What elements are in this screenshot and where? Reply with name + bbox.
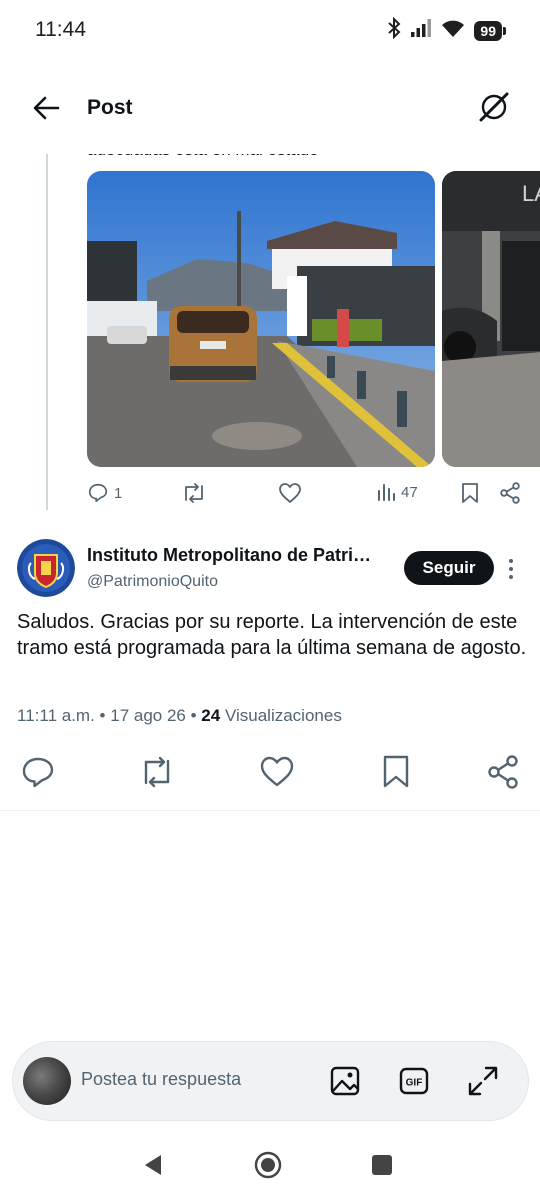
back-button[interactable] — [28, 90, 64, 126]
grok-button[interactable] — [476, 89, 512, 125]
signal-icon — [410, 18, 432, 43]
reply-count: 1 — [114, 484, 123, 502]
wifi-icon — [441, 18, 465, 43]
expand-composer-button[interactable] — [466, 1064, 500, 1098]
status-icons: 99 — [387, 16, 506, 44]
post-image-storefront[interactable]: LA — [442, 171, 540, 467]
bookmark-icon — [383, 755, 409, 788]
divider — [0, 810, 540, 811]
heart-icon — [260, 756, 294, 787]
add-gif-button[interactable]: GIF — [397, 1064, 431, 1098]
like-button[interactable] — [258, 753, 296, 791]
bookmark-icon — [462, 483, 478, 503]
author-avatar[interactable] — [17, 539, 75, 597]
reply-composer[interactable]: GIF — [12, 1041, 529, 1121]
nav-home-button[interactable] — [253, 1150, 283, 1180]
grok-icon — [479, 92, 509, 122]
bluetooth-icon — [387, 16, 401, 44]
like-action[interactable] — [278, 482, 302, 504]
share-action[interactable] — [499, 482, 521, 504]
more-vertical-icon — [509, 559, 513, 579]
post-image-street[interactable] — [87, 171, 435, 467]
status-time: 11:44 — [35, 18, 86, 41]
page-title: Post — [87, 96, 133, 119]
add-image-button[interactable] — [328, 1064, 362, 1098]
share-icon — [488, 755, 518, 789]
views-action[interactable]: 47 — [376, 482, 418, 502]
previous-post-actions: 1 47 — [0, 480, 540, 510]
author-handle[interactable]: @PatrimonioQuito — [87, 573, 218, 591]
views-count[interactable]: 24 — [201, 706, 220, 725]
system-navigation-bar — [0, 1132, 540, 1200]
arrow-left-icon — [33, 96, 60, 120]
reply-action[interactable]: 1 — [87, 482, 122, 504]
gif-icon: GIF — [399, 1067, 429, 1095]
bookmark-action[interactable] — [460, 482, 480, 504]
views-count: 47 — [401, 483, 418, 501]
bookmark-button[interactable] — [377, 753, 415, 791]
repost-icon — [185, 483, 203, 503]
reply-button[interactable] — [19, 753, 57, 791]
expand-icon — [468, 1066, 498, 1096]
svg-text:LA: LA — [522, 181, 540, 206]
reply-icon — [88, 483, 108, 503]
top-app-bar: Post — [0, 62, 540, 154]
repost-icon — [144, 756, 170, 788]
more-options-button[interactable] — [501, 556, 521, 582]
battery-indicator: 99 — [474, 20, 506, 41]
nav-back-button[interactable] — [139, 1150, 169, 1180]
author-name[interactable]: Instituto Metropolitano de Patri… — [87, 545, 395, 566]
share-icon — [500, 482, 520, 504]
svg-text:GIF: GIF — [406, 1078, 423, 1089]
share-button[interactable] — [485, 753, 523, 791]
image-icon — [330, 1066, 360, 1096]
user-avatar — [23, 1057, 71, 1105]
square-recents-icon — [372, 1155, 392, 1175]
post-time: 11:11 a.m. — [17, 706, 95, 725]
post-actions — [0, 753, 540, 791]
heart-icon — [279, 483, 301, 503]
nav-recents-button[interactable] — [367, 1150, 397, 1180]
thread-line — [46, 152, 48, 510]
post-date: 17 ago 26 — [110, 706, 186, 725]
home-circle-icon — [254, 1151, 282, 1179]
status-bar: 11:44 99 — [0, 0, 540, 62]
bar-chart-icon — [378, 484, 395, 501]
follow-button[interactable]: Seguir — [404, 551, 494, 585]
repost-button[interactable] — [138, 753, 176, 791]
views-label[interactable]: Visualizaciones — [225, 706, 342, 725]
repost-action[interactable] — [181, 482, 207, 504]
reply-input[interactable] — [81, 1069, 301, 1090]
reply-icon — [22, 757, 54, 788]
triangle-back-icon — [145, 1155, 161, 1175]
post-metadata: 11:11 a.m. • 17 ago 26 • 24 Visualizacio… — [17, 706, 342, 725]
post-text: Saludos. Gracias por su reporte. La inte… — [17, 611, 527, 659]
